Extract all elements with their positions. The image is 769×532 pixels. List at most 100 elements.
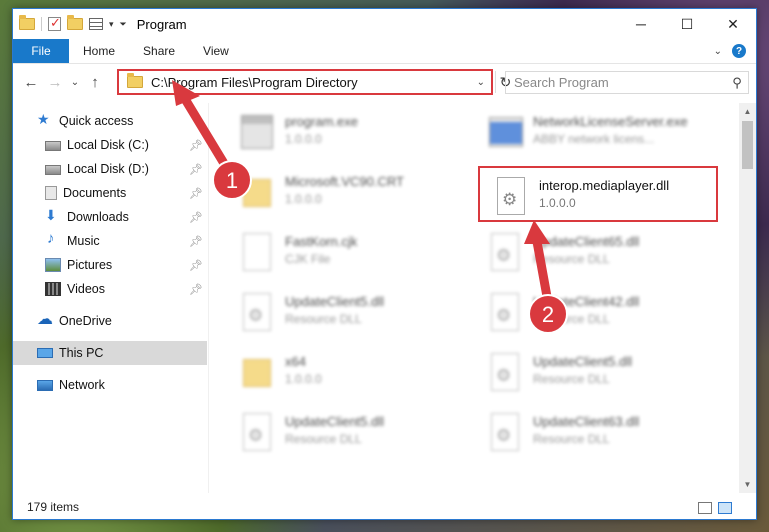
view-switcher [698,502,732,514]
tab-home[interactable]: Home [69,39,129,63]
file-subtitle: Resource DLL [285,312,362,326]
pin-icon[interactable]: 📌︎ [189,235,203,248]
scroll-down-icon[interactable]: ▼ [739,476,756,493]
address-path[interactable]: C:\Program Files\Program Directory [151,75,358,90]
pin-icon[interactable]: 📌︎ [189,211,203,224]
sidebar-item-label: This PC [59,346,104,360]
sidebar-item-documents[interactable]: Documents 📌︎ [13,181,207,205]
separator [41,17,42,31]
dll-gear-icon [487,413,521,453]
sidebar-item-label: Music [67,234,100,248]
file-subtitle: 1.0.0.0 [285,132,322,146]
scroll-thumb[interactable] [742,121,753,169]
file-item[interactable]: x64 1.0.0.0 [239,353,479,403]
dll-gear-icon [239,293,273,333]
dll-gear-icon [487,293,521,333]
tab-view[interactable]: View [189,39,243,63]
file-item[interactable]: program.exe 1.0.0.0 [239,113,479,163]
status-bar: 179 items [13,495,756,519]
vertical-scrollbar[interactable]: ▲ ▼ [739,103,756,493]
exe-icon [239,113,273,153]
item-count: 179 items [27,500,80,514]
file-item[interactable]: Microsoft.VC90.CRT 1.0.0.0 [239,173,479,223]
pictures-icon [45,258,61,272]
sidebar-item-videos[interactable]: Videos 📌︎ [13,277,207,301]
file-name: UpdateClient63.dll [533,414,640,429]
sidebar-item-quick-access[interactable]: Quick access [13,109,207,133]
sidebar-item-label: OneDrive [59,314,112,328]
ribbon-right: ⌄ ? [714,39,756,63]
pin-icon[interactable]: 📌︎ [189,163,203,176]
network-icon [37,379,53,391]
address-bar[interactable]: C:\Program Files\Program Directory ⌄ [117,69,493,95]
folder-icon [239,353,273,393]
details-view-icon[interactable] [698,502,712,514]
file-item[interactable]: FastKorn.cjk CJK File [239,233,479,283]
search-input[interactable] [506,75,726,90]
file-item[interactable]: NetworkLicenseServer.exe ABBY network li… [487,113,727,163]
explorer-window: ▾ ⏷ Program ─ ☐ ✕ File Home Share View ⌄… [12,8,757,520]
address-row: ← → ⌄ ↑ C:\Program Files\Program Directo… [13,65,756,99]
file-name: Microsoft.VC90.CRT [285,174,404,189]
file-subtitle: 1.0.0.0 [285,372,322,386]
documents-icon [45,186,57,200]
file-item[interactable]: UpdateClient5.dll Resource DLL [239,413,479,463]
expand-ribbon-icon[interactable]: ⌄ [714,46,722,57]
file-item[interactable]: UpdateClient63.dll Resource DLL [487,413,727,463]
sidebar-item-network[interactable]: Network [13,373,207,397]
pin-icon[interactable]: 📌︎ [189,139,203,152]
file-item[interactable]: UpdateClient65.dll Resource DLL [487,233,727,283]
up-icon[interactable]: ↑ [83,74,107,91]
minimize-button[interactable]: ─ [618,9,664,39]
highlight-box [478,166,718,222]
help-icon[interactable]: ? [732,44,746,58]
sidebar-item-pictures[interactable]: Pictures 📌︎ [13,253,207,277]
scroll-up-icon[interactable]: ▲ [739,103,756,120]
sidebar-item-label: Quick access [59,114,134,128]
sidebar-item-local-disk-c[interactable]: Local Disk (C:) 📌︎ [13,133,207,157]
dll-gear-icon [487,233,521,273]
sidebar-item-music[interactable]: Music 📌︎ [13,229,207,253]
dll-gear-icon [487,353,521,393]
file-item[interactable]: UpdateClient5.dll Resource DLL [487,353,727,403]
close-button[interactable]: ✕ [710,9,756,39]
sidebar-item-onedrive[interactable]: OneDrive [13,309,207,333]
pin-icon[interactable]: 📌︎ [189,187,203,200]
tab-share[interactable]: Share [129,39,189,63]
search-icon[interactable]: ⚲ [726,75,748,91]
dll-gear-icon [239,413,273,453]
pin-icon[interactable]: 📌︎ [189,259,203,272]
file-subtitle: Resource DLL [533,312,610,326]
folder-icon [19,15,35,30]
new-folder-icon[interactable] [67,15,83,30]
file-subtitle: ABBY network licens... [533,132,655,146]
file-name: NetworkLicenseServer.exe [533,114,688,129]
disk-icon [45,165,61,175]
file-icon [239,233,273,273]
file-name: UpdateClient42.dll [533,294,640,309]
tab-file[interactable]: File [13,39,69,63]
recent-locations-icon[interactable]: ⌄ [67,77,83,88]
navigation-pane: Quick access Local Disk (C:) 📌︎ Local Di… [13,103,209,493]
sidebar-item-this-pc[interactable]: This PC [13,341,207,365]
back-icon[interactable]: ← [19,74,43,91]
sidebar-item-downloads[interactable]: Downloads 📌︎ [13,205,207,229]
cloud-icon [37,309,53,329]
file-item[interactable]: UpdateClient5.dll Resource DLL [239,293,479,343]
disk-icon [45,141,61,151]
file-subtitle: 1.0.0.0 [285,192,322,206]
forward-icon[interactable]: → [43,74,67,91]
chevron-down-icon[interactable]: ▾ [109,19,114,30]
pin-icon[interactable]: 📌︎ [189,283,203,296]
sidebar-item-local-disk-d[interactable]: Local Disk (D:) 📌︎ [13,157,207,181]
chevron-down-icon[interactable]: ⌄ [477,77,491,88]
window-controls: ─ ☐ ✕ [618,9,756,39]
properties-check-icon[interactable] [48,15,61,31]
sidebar-item-label: Network [59,378,105,392]
file-subtitle: CJK File [285,252,331,266]
maximize-button[interactable]: ☐ [664,9,710,39]
properties-icon[interactable] [89,18,103,30]
file-item[interactable]: UpdateClient42.dll Resource DLL [487,293,727,343]
tiles-view-icon[interactable] [718,502,732,514]
customize-toolbar-icon[interactable]: ⏷ [120,19,127,30]
